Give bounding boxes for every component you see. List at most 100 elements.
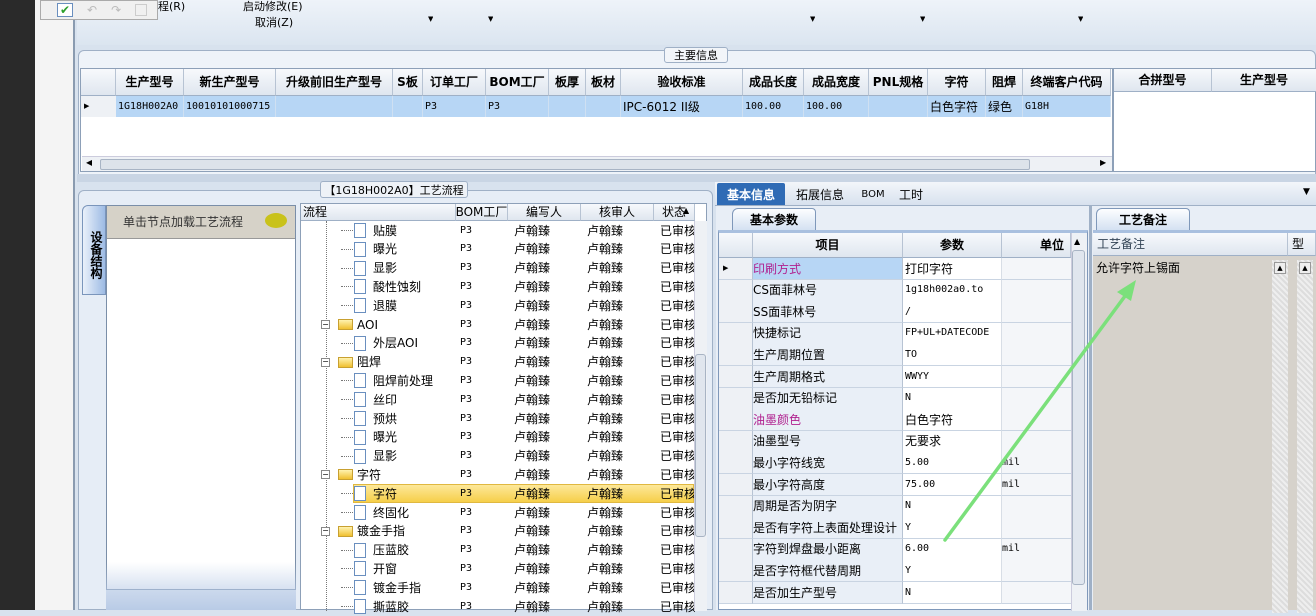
column-header[interactable]: 成品长度 (743, 69, 804, 96)
tree-node-label[interactable]: 字符 (373, 484, 397, 503)
tree-node-label[interactable]: 曝光 (373, 240, 397, 259)
table-cell[interactable] (588, 96, 621, 117)
dropdown-arrow-icon[interactable]: ▼ (428, 16, 433, 23)
vertical-tab-equipment[interactable]: 设备结构 (82, 205, 106, 295)
table-cell[interactable]: 10010101000715 (186, 96, 276, 117)
table-cell[interactable] (278, 96, 393, 117)
param-row[interactable]: ▶ 印刷方式 打印字符 (719, 258, 1071, 280)
table-cell[interactable]: 白色字符 (930, 96, 986, 117)
tree-row[interactable]: − AOI P3 卢翰臻 卢翰臻 已审核 (301, 315, 695, 334)
table-cell[interactable]: 绿色 (988, 96, 1023, 117)
param-row[interactable]: 油墨颜色 白色字符 (719, 409, 1071, 432)
tree-row[interactable]: 贴膜 P3 卢翰臻 卢翰臻 已审核 (301, 221, 695, 240)
param-value[interactable]: 1g18h002a0.to (903, 279, 1002, 302)
tree-node-label[interactable]: 外层AOI (373, 334, 418, 353)
column-header[interactable]: 升级前旧生产型号 (276, 69, 393, 96)
tab-remarks[interactable]: 工艺备注 (1096, 208, 1190, 230)
param-row[interactable]: 生产周期格式 WWYY (719, 366, 1071, 388)
dropdown-arrow-icon[interactable]: ▼ (488, 16, 493, 23)
param-value[interactable]: 打印字符 (903, 258, 1002, 280)
scroll-thumb[interactable] (695, 354, 706, 537)
tree-row[interactable]: 显影 P3 卢翰臻 卢翰臻 已审核 (301, 259, 695, 278)
tree-node-label[interactable]: 显影 (373, 447, 397, 466)
tree-node-label[interactable]: 镀金手指 (357, 522, 405, 541)
column-header[interactable]: 项目 (753, 233, 903, 258)
tree-row[interactable]: − 镀金手指 P3 卢翰臻 卢翰臻 已审核 (301, 522, 695, 541)
tree-node-label[interactable]: AOI (357, 315, 378, 334)
scroll-thumb[interactable] (100, 159, 1030, 170)
param-value[interactable]: Y (903, 517, 1002, 540)
tree-row[interactable]: 曝光 P3 卢翰臻 卢翰臻 已审核 (301, 240, 695, 259)
param-row[interactable]: 快捷标记 FP+UL+DATECODE (719, 322, 1071, 345)
param-value[interactable]: N (903, 387, 1002, 410)
column-header[interactable]: PNL规格 (869, 69, 928, 96)
row-indicator[interactable] (719, 409, 753, 432)
tree-node-label[interactable]: 阻焊 (357, 353, 381, 372)
column-header[interactable]: 板材 (586, 69, 621, 96)
tree-row[interactable]: − 字符 P3 卢翰臻 卢翰臻 已审核 (301, 465, 695, 484)
table-cell[interactable]: 1G18H002A0 (118, 96, 184, 117)
tabstrip-menu-icon[interactable]: ▼ (1303, 188, 1310, 197)
table-cell[interactable]: 100.00 (806, 96, 869, 117)
column-header[interactable]: 生产型号 (116, 69, 184, 96)
row-indicator[interactable] (719, 322, 753, 345)
scroll-right-icon[interactable]: ▶ (1100, 159, 1106, 167)
tree-node-label[interactable]: 退膜 (373, 296, 397, 315)
table-cell[interactable]: P3 (425, 96, 486, 117)
row-indicator[interactable] (719, 474, 753, 496)
tree-row[interactable]: 终固化 P3 卢翰臻 卢翰臻 已审核 (301, 503, 695, 522)
param-value[interactable]: / (903, 301, 1002, 324)
row-indicator[interactable] (719, 344, 753, 367)
column-header[interactable]: 单位 (1002, 233, 1071, 258)
param-value[interactable]: TO (903, 344, 1002, 367)
column-header[interactable]: 阻焊 (986, 69, 1023, 96)
column-header[interactable]: 验收标准 (621, 69, 743, 96)
param-row[interactable]: 是否加生产型号 N (719, 582, 1071, 604)
row-indicator[interactable] (719, 279, 753, 302)
tree-node-label[interactable]: 字符 (357, 465, 381, 484)
tree-row[interactable]: 字符 P3 卢翰臻 卢翰臻 已审核 (301, 484, 695, 504)
detail-tab[interactable]: BOM (855, 183, 891, 205)
row-indicator[interactable] (719, 366, 753, 388)
ribbon-item-cancel[interactable]: 取消(Z) (255, 15, 293, 29)
column-header[interactable]: BOM工厂 (456, 204, 508, 221)
param-value[interactable]: Y (903, 560, 1002, 583)
row-indicator[interactable] (719, 538, 753, 561)
column-header[interactable]: 流程 (301, 204, 456, 221)
tree-node-label[interactable]: 丝印 (373, 390, 397, 409)
remarks-text[interactable]: 允许字符上锡面 (1096, 261, 1180, 275)
copy-icon[interactable] (135, 4, 148, 16)
tree-node-label[interactable]: 显影 (373, 259, 397, 278)
param-row[interactable]: 周期是否为阴字 N (719, 495, 1071, 518)
column-header[interactable]: 板厚 (549, 69, 586, 96)
tree-node-label[interactable]: 压蓝胶 (373, 541, 409, 560)
collapse-icon[interactable]: − (321, 470, 330, 480)
row-indicator[interactable] (719, 387, 753, 410)
column-header[interactable]: S板 (393, 69, 423, 96)
collapse-icon[interactable]: − (321, 357, 330, 367)
row-indicator[interactable]: ▶ (81, 96, 116, 117)
table-cell[interactable] (395, 96, 423, 117)
param-value[interactable]: 6.00 (903, 538, 1002, 561)
param-row[interactable]: 生产周期位置 TO (719, 344, 1071, 367)
column-header[interactable]: 编写人 (508, 204, 581, 221)
tree-row[interactable]: 酸性蚀刻 P3 卢翰臻 卢翰臻 已审核 (301, 277, 695, 296)
dropdown-arrow-icon[interactable]: ▼ (810, 16, 815, 23)
ribbon-item-r[interactable]: 程(R) (158, 0, 185, 12)
tree-row[interactable]: 丝印 P3 卢翰臻 卢翰臻 已审核 (301, 390, 695, 409)
tree-row[interactable]: 退膜 P3 卢翰臻 卢翰臻 已审核 (301, 296, 695, 315)
remarks-vscrollbar[interactable]: ▲ (1272, 260, 1288, 613)
table-cell[interactable] (871, 96, 928, 117)
column-header[interactable]: 终端客户代码 (1023, 69, 1111, 96)
table-cell[interactable]: 100.00 (745, 96, 804, 117)
redo-icon[interactable]: ↷ (111, 3, 121, 17)
row-indicator[interactable] (719, 301, 753, 324)
row-indicator[interactable] (719, 495, 753, 518)
row-indicator[interactable] (719, 560, 753, 583)
table-cell[interactable]: G18H (1025, 96, 1111, 117)
column-header[interactable]: BOM工厂 (486, 69, 549, 96)
param-row[interactable]: 油墨型号 无要求 (719, 430, 1071, 453)
param-row[interactable]: 是否有字符上表面处理设计 Y (719, 517, 1071, 540)
param-value[interactable]: 白色字符 (903, 409, 1002, 432)
tree-row[interactable]: 开窗 P3 卢翰臻 卢翰臻 已审核 (301, 559, 695, 578)
